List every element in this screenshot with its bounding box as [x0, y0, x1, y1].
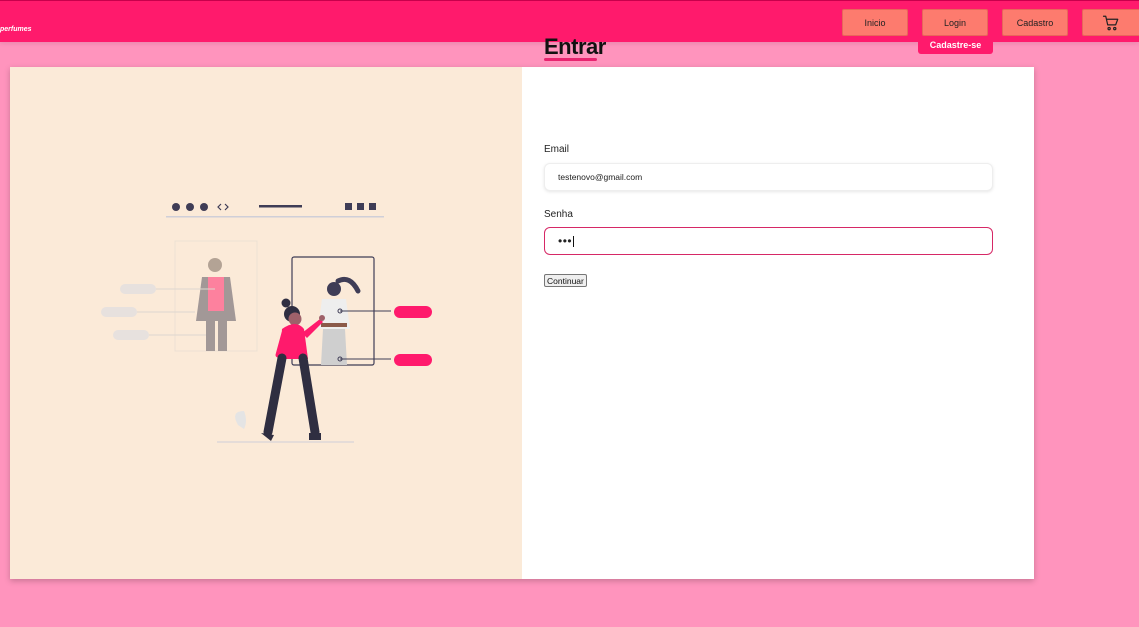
signup-button[interactable]: Cadastre-se [918, 36, 993, 54]
email-field[interactable]: testenovo@gmail.com [544, 163, 993, 191]
page-title: Entrar [544, 34, 606, 59]
password-value: ••• [558, 234, 573, 248]
email-value: testenovo@gmail.com [558, 172, 643, 182]
password-label: Senha [544, 209, 573, 220]
login-card [10, 67, 1034, 579]
cart-button[interactable] [1082, 9, 1139, 36]
brand-logo[interactable]: perfumes [0, 26, 32, 33]
fashion-illustration [101, 203, 432, 443]
shopping-cart-icon [1102, 15, 1119, 30]
nav-login-button[interactable]: Login [922, 9, 988, 36]
continue-button[interactable]: Continuar [544, 274, 587, 287]
text-caret [573, 235, 575, 247]
mock-product-faded [101, 240, 258, 352]
title-underline [544, 58, 597, 61]
nav-cadastro-button[interactable]: Cadastro [1002, 9, 1068, 36]
email-label: Email [544, 144, 570, 155]
illustration-panel [10, 67, 522, 579]
password-field[interactable]: ••• [544, 227, 993, 255]
mock-product-frame [291, 256, 432, 366]
nav-inicio-button[interactable]: Inicio [842, 9, 908, 36]
mock-browser-bar [166, 203, 384, 218]
